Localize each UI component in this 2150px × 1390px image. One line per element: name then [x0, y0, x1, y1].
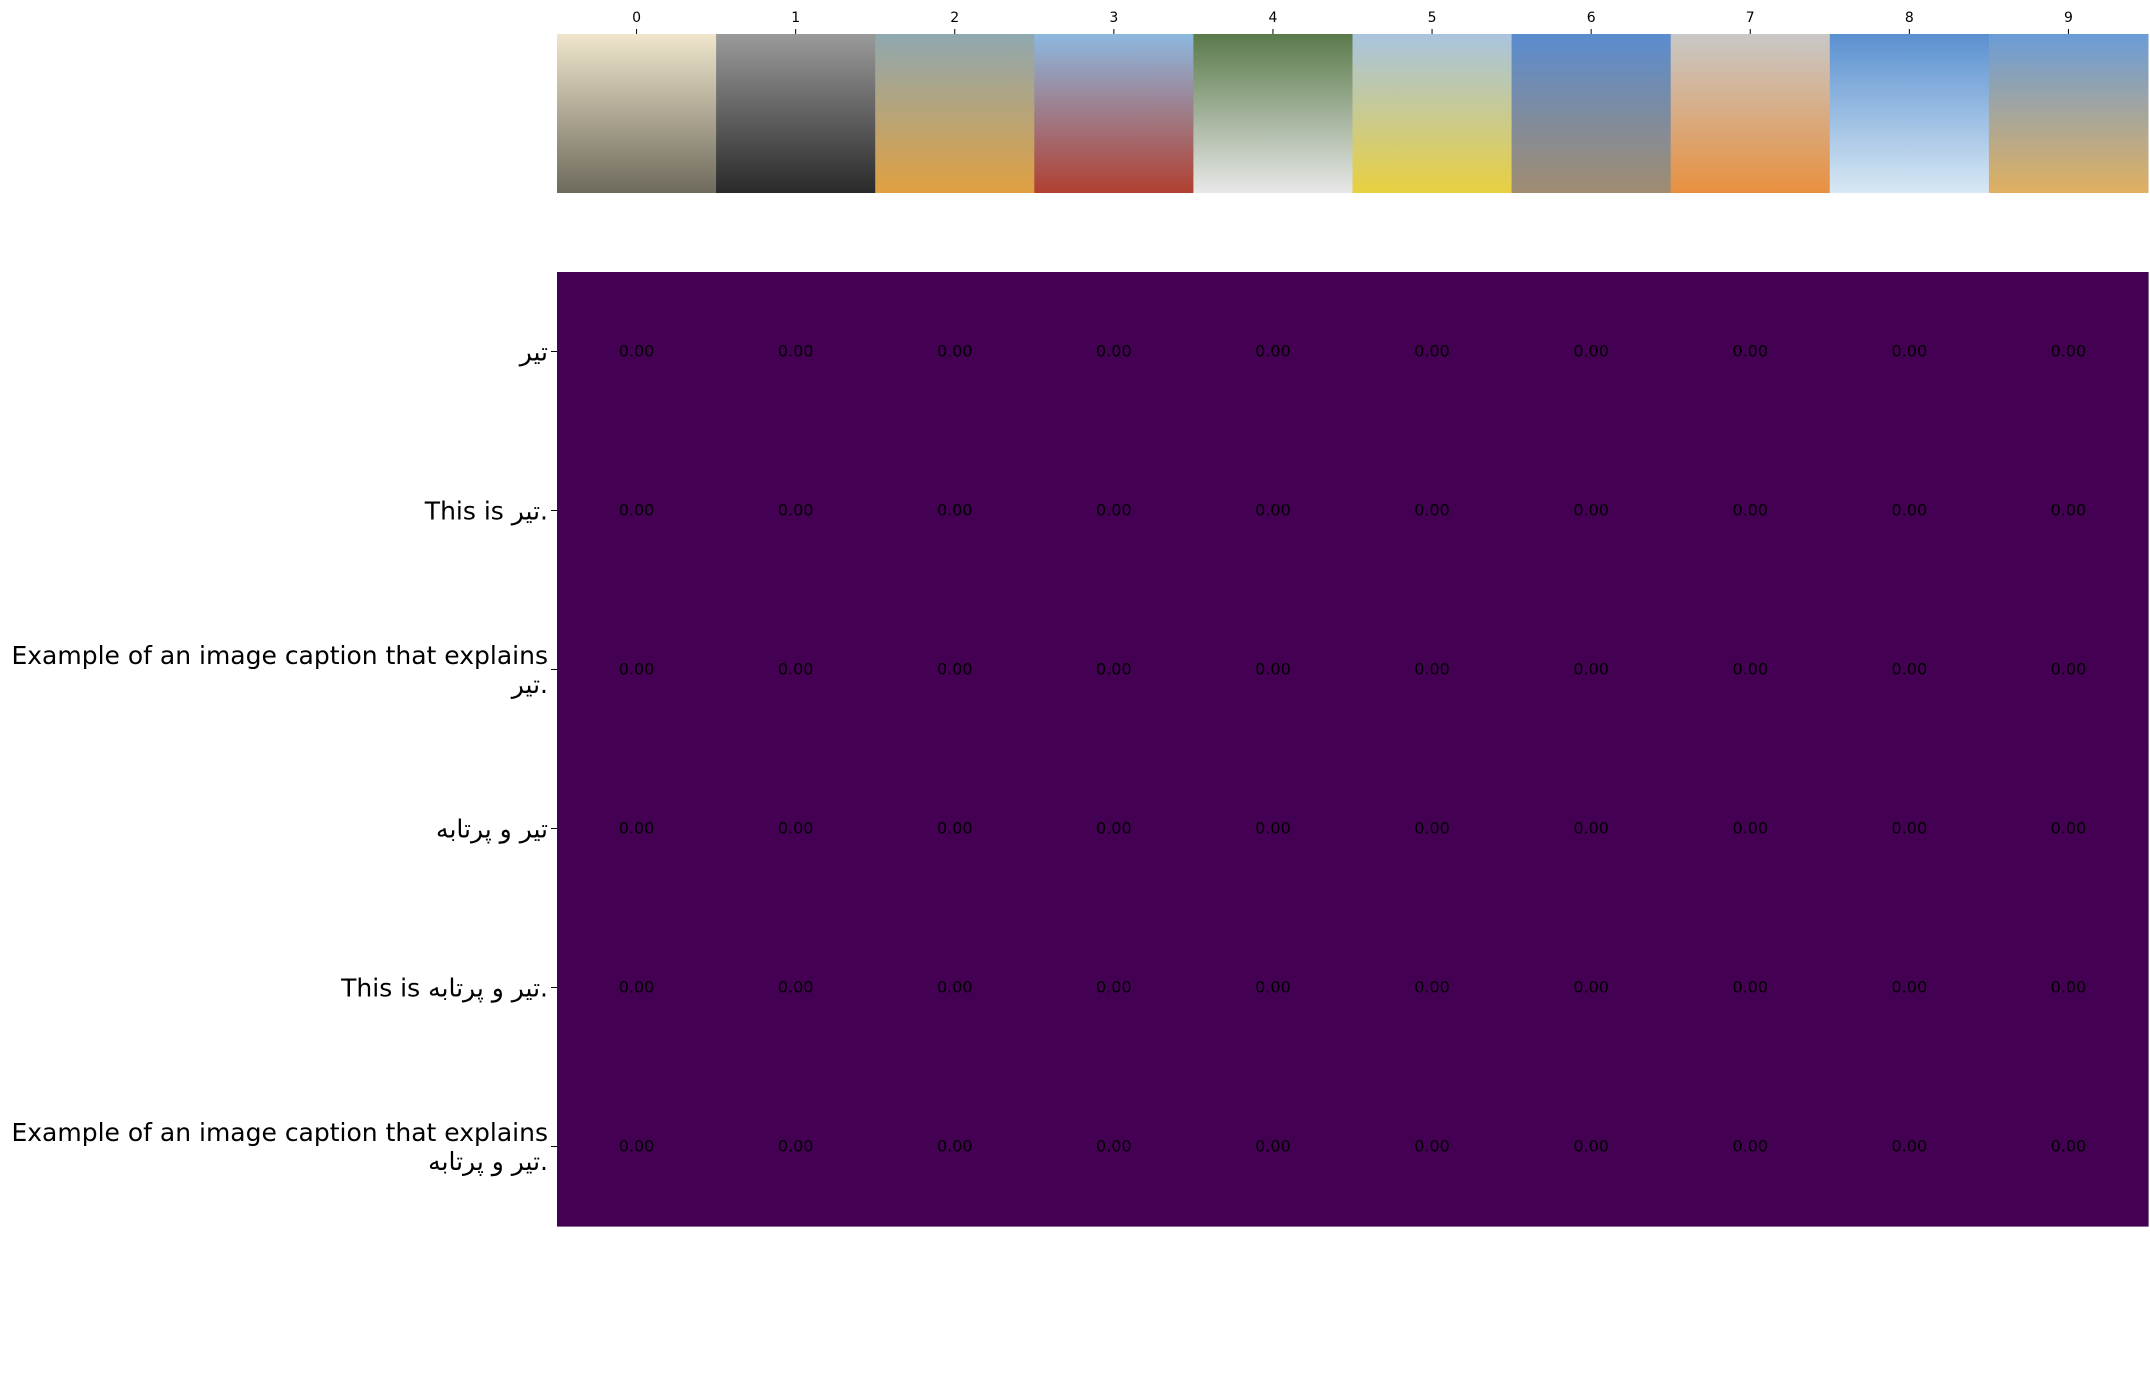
cell-value-label: 0.00 [2051, 1137, 2087, 1156]
cell-value-label: 0.00 [619, 819, 655, 838]
cell-value-label: 0.00 [2051, 342, 2087, 361]
cell-value-label: 0.00 [937, 978, 973, 997]
cell-value-label: 0.00 [1732, 660, 1768, 679]
missile-launch-desert-image [1352, 34, 1513, 193]
shuttle-launch-smoke-image [1670, 34, 1831, 193]
cell-value-label: 0.00 [1255, 819, 1291, 838]
row-tick-labels: تیر This is تیر. Example of an image capti… [11, 338, 557, 1177]
cell-value-label: 0.00 [1573, 819, 1609, 838]
cell-value-label: 0.00 [937, 660, 973, 679]
cell-value-label: 0.00 [2051, 819, 2087, 838]
rocket-launcher-truck-image [875, 34, 1035, 193]
y-tick-label: Example of an image caption that explain… [11, 1118, 548, 1147]
x-tick-label: 8 [1905, 10, 1914, 26]
cell-value-label: 0.00 [1414, 660, 1450, 679]
cell-value-label: 0.00 [1892, 342, 1928, 361]
diver-shipwreck-image [716, 34, 876, 193]
utility-pole-desert-image [1511, 34, 1672, 193]
cell-value-label: 0.00 [1732, 978, 1768, 997]
cell-value-label: 0.00 [2051, 501, 2087, 520]
cell-value-label: 0.00 [1255, 1137, 1291, 1156]
x-tick-label: 5 [1428, 10, 1437, 26]
cell-value-label: 0.00 [1892, 501, 1928, 520]
x-tick-label: 7 [1746, 10, 1755, 26]
kids-playing-field-image [1193, 34, 1353, 193]
cell-value-label: 0.00 [619, 501, 655, 520]
cell-value-label: 0.00 [1096, 660, 1132, 679]
cell-value-label: 0.00 [1255, 978, 1291, 997]
cell-value-label: 0.00 [1892, 819, 1928, 838]
cell-value-label: 0.00 [937, 819, 973, 838]
cell-value-label: 0.00 [1096, 342, 1132, 361]
y-tick-label: تیر [518, 338, 548, 367]
x-tick-label: 1 [791, 10, 800, 26]
y-tick-label: This is تیر و پرتابه. [340, 974, 548, 1004]
cell-value-label: 0.00 [778, 501, 814, 520]
cell-value-label: 0.00 [1414, 342, 1450, 361]
cell-value-label: 0.00 [1892, 660, 1928, 679]
cell-value-label: 0.00 [619, 660, 655, 679]
cell-value-label: 0.00 [1573, 342, 1609, 361]
cell-value-label: 0.00 [1255, 660, 1291, 679]
cell-value-label: 0.00 [1096, 1137, 1132, 1156]
cell-value-label: 0.00 [1414, 819, 1450, 838]
y-tick-label: This is تیر. [424, 497, 548, 526]
cell-value-label: 0.00 [937, 1137, 973, 1156]
cell-value-label: 0.00 [937, 342, 973, 361]
cell-value-label: 0.00 [778, 660, 814, 679]
cell-value-label: 0.00 [1255, 342, 1291, 361]
x-tick-label: 4 [1268, 10, 1277, 26]
cell-value-label: 0.00 [937, 501, 973, 520]
cell-value-label: 0.00 [619, 342, 655, 361]
cell-value-label: 0.00 [619, 978, 655, 997]
y-tick-label: تیر. [510, 670, 548, 699]
cell-value-label: 0.00 [1414, 978, 1450, 997]
cell-value-label: 0.00 [1732, 1137, 1768, 1156]
similarity-heatmap-figure: 0 1 2 3 4 5 6 7 8 9 0.00 0.00 0.00 0.00 0.00 0.00 0.00 0… [11, 10, 2149, 1227]
y-tick-label: Example of an image caption that explain… [11, 641, 548, 670]
cell-value-label: 0.00 [1732, 501, 1768, 520]
column-image-strip [557, 34, 2149, 193]
x-tick-label: 3 [1109, 10, 1118, 26]
cell-value-label: 0.00 [1573, 1137, 1609, 1156]
column-tick-labels: 0 1 2 3 4 5 6 7 8 9 [632, 10, 2073, 34]
cell-value-label: 0.00 [1573, 978, 1609, 997]
cell-value-label: 0.00 [778, 1137, 814, 1156]
cell-value-label: 0.00 [619, 1137, 655, 1156]
x-tick-label: 2 [950, 10, 959, 26]
cell-value-label: 0.00 [1732, 819, 1768, 838]
cell-value-label: 0.00 [778, 978, 814, 997]
cell-value-label: 0.00 [1255, 501, 1291, 520]
y-tick-label: تیر و پرتابه [436, 815, 548, 845]
cell-value-label: 0.00 [1096, 501, 1132, 520]
cell-value-label: 0.00 [1732, 342, 1768, 361]
radio-tower-image [1034, 34, 1194, 193]
arrow-drawings-image [557, 34, 717, 193]
cell-value-label: 0.00 [778, 819, 814, 838]
soyuz-rocket-launch-image [1988, 34, 2149, 193]
cell-value-label: 0.00 [778, 342, 814, 361]
cell-value-label: 0.00 [2051, 978, 2087, 997]
cell-value-label: 0.00 [1892, 1137, 1928, 1156]
cell-value-label: 0.00 [1573, 501, 1609, 520]
cell-value-label: 0.00 [1892, 978, 1928, 997]
cell-value-label: 0.00 [2051, 660, 2087, 679]
x-tick-label: 6 [1587, 10, 1596, 26]
y-tick-label: تیر و پرتابه. [428, 1147, 548, 1177]
heatmap-cells [557, 272, 2149, 1227]
x-tick-label: 9 [2064, 10, 2073, 26]
x-tick-label: 0 [632, 10, 641, 26]
power-lines-collage-image [1829, 34, 1990, 193]
cell-value-label: 0.00 [1096, 819, 1132, 838]
cell-value-label: 0.00 [1414, 1137, 1450, 1156]
cell-value-label: 0.00 [1096, 978, 1132, 997]
cell-value-label: 0.00 [1414, 501, 1450, 520]
cell-value-label: 0.00 [1573, 660, 1609, 679]
